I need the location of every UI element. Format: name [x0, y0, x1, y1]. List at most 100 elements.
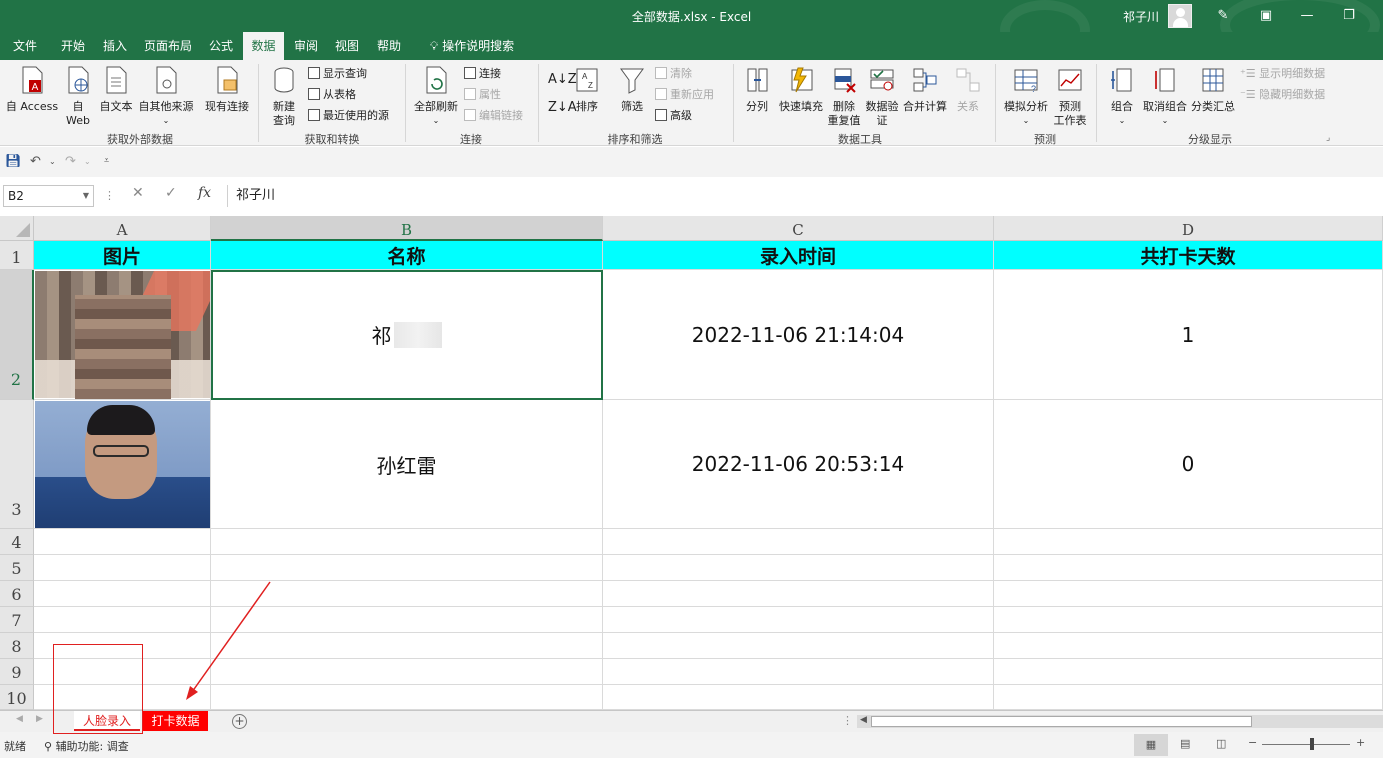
tab-help[interactable]: 帮助 — [371, 32, 407, 60]
tab-file[interactable]: 文件 — [6, 32, 44, 60]
empty-cell[interactable] — [603, 581, 994, 607]
face-photo[interactable] — [35, 271, 210, 399]
accessibility-status[interactable]: ⚲ 辅助功能: 调查 — [44, 738, 129, 754]
row-header-3[interactable]: 3 — [0, 400, 34, 529]
empty-cell[interactable] — [211, 685, 603, 710]
name-cell[interactable]: 孙红雷 — [211, 400, 603, 529]
scroll-right-icon[interactable]: ▶ — [36, 714, 43, 724]
empty-cell[interactable] — [603, 555, 994, 581]
header-cell-entry-time[interactable]: 录入时间 — [603, 241, 994, 270]
empty-cell[interactable] — [603, 633, 994, 659]
tab-splitter-icon[interactable]: ⋮ — [842, 714, 853, 727]
tab-view[interactable]: 视图 — [329, 32, 365, 60]
redo-icon[interactable]: ↷ — [65, 154, 76, 169]
empty-cell[interactable] — [34, 581, 211, 607]
tab-page-layout[interactable]: 页面布局 — [140, 32, 196, 60]
entry-time-cell[interactable]: 2022-11-06 21:14:04 — [603, 270, 994, 400]
from-web-button[interactable]: 自 Web — [62, 66, 94, 128]
picture-cell[interactable] — [34, 400, 211, 529]
row-header-4[interactable]: 4 — [0, 529, 34, 555]
header-cell-checkin-days[interactable]: 共打卡天数 — [994, 241, 1383, 270]
row-header-1[interactable]: 1 — [0, 241, 34, 270]
row-header-7[interactable]: 7 — [0, 607, 34, 633]
redo-dropdown-icon[interactable]: ⌄ — [84, 157, 91, 166]
insert-function-icon[interactable]: fx — [198, 185, 211, 207]
page-layout-view-icon[interactable]: ▤ — [1180, 737, 1190, 750]
face-photo[interactable] — [35, 401, 210, 528]
scroll-left-icon[interactable]: ◀ — [16, 714, 23, 724]
tab-data[interactable]: 数据 — [243, 32, 284, 60]
recent-sources-button[interactable]: 最近使用的源 — [308, 108, 389, 124]
empty-cell[interactable] — [603, 685, 994, 710]
tab-review[interactable]: 审阅 — [288, 32, 324, 60]
row-header-2[interactable]: 2 — [0, 270, 34, 400]
empty-cell[interactable] — [994, 529, 1383, 555]
new-query-button[interactable]: 新建 查询 — [264, 66, 304, 128]
zoom-in-icon[interactable]: + — [1356, 736, 1365, 749]
zoom-slider[interactable] — [1262, 744, 1350, 745]
tab-home[interactable]: 开始 — [54, 32, 92, 60]
save-icon[interactable]: 💾︎ — [5, 154, 22, 169]
row-header-8[interactable]: 8 — [0, 633, 34, 659]
subtotal-button[interactable]: 分类汇总 — [1190, 66, 1236, 114]
empty-cell[interactable] — [211, 555, 603, 581]
user-avatar[interactable] — [1168, 4, 1192, 28]
scrollbar-thumb[interactable] — [871, 716, 1252, 727]
data-validation-button[interactable]: 数据验 证 — [862, 66, 902, 128]
empty-cell[interactable] — [211, 659, 603, 685]
checkin-days-cell[interactable]: 1 — [994, 270, 1383, 400]
show-detail-button[interactable]: ⁺☰ 显示明细数据 — [1240, 66, 1325, 82]
row-header-5[interactable]: 5 — [0, 555, 34, 581]
normal-view-icon[interactable]: ▦ — [1134, 734, 1168, 756]
column-header-b[interactable]: B — [211, 216, 603, 241]
from-access-button[interactable]: A 自 Access — [4, 66, 60, 114]
forecast-sheet-button[interactable]: 预测 工作表 — [1052, 66, 1088, 128]
entry-time-cell[interactable]: 2022-11-06 20:53:14 — [603, 400, 994, 529]
tab-formulas[interactable]: 公式 — [202, 32, 240, 60]
existing-connections-button[interactable]: 现有连接 — [202, 66, 252, 114]
name-box[interactable]: B2 ▼ — [3, 185, 94, 207]
empty-cell[interactable] — [994, 633, 1383, 659]
column-header-c[interactable]: C — [603, 216, 994, 241]
flash-fill-button[interactable]: 快速填充 — [776, 66, 826, 114]
restore-icon[interactable]: ❐ — [1339, 6, 1359, 26]
empty-cell[interactable] — [34, 607, 211, 633]
connections-button[interactable]: 连接 — [464, 66, 501, 82]
empty-cell[interactable] — [994, 555, 1383, 581]
minimize-icon[interactable]: — — [1297, 6, 1317, 26]
from-table-button[interactable]: 从表格 — [308, 87, 356, 103]
empty-cell[interactable] — [603, 607, 994, 633]
text-to-columns-button[interactable]: 分列 — [740, 66, 774, 114]
horizontal-scrollbar[interactable]: ◀ — [857, 715, 1383, 728]
refresh-all-button[interactable]: 全部刷新 ⌄ — [410, 66, 462, 128]
header-cell-name[interactable]: 名称 — [211, 241, 603, 270]
page-break-view-icon[interactable]: ◫ — [1216, 737, 1226, 750]
dialog-launcher-icon[interactable]: ⌟ — [1326, 130, 1330, 146]
empty-cell[interactable] — [34, 555, 211, 581]
zoom-out-icon[interactable]: − — [1248, 736, 1257, 749]
sheet-tab-checkin-data[interactable]: 打卡数据 — [143, 711, 208, 731]
customize-toolbar-icon[interactable]: ⩡ — [104, 156, 109, 166]
what-if-analysis-button[interactable]: ? 模拟分析 ⌄ — [1000, 66, 1052, 128]
edit-links-button[interactable]: 编辑链接 — [464, 108, 523, 124]
filter-button[interactable]: 筛选 — [616, 66, 648, 114]
column-header-a[interactable]: A — [34, 216, 211, 241]
consolidate-button[interactable]: 合并计算 — [902, 66, 948, 114]
undo-icon[interactable]: ↶ — [30, 154, 41, 169]
hide-detail-button[interactable]: ⁻☰ 隐藏明细数据 — [1240, 87, 1325, 103]
row-header-6[interactable]: 6 — [0, 581, 34, 607]
ungroup-button[interactable]: 取消组合 ⌄ — [1140, 66, 1190, 128]
from-text-button[interactable]: 自文本 — [98, 66, 134, 114]
user-name[interactable]: 祁子川 — [1123, 8, 1159, 25]
properties-button[interactable]: 属性 — [464, 87, 501, 103]
relationships-button[interactable]: 关系 — [952, 66, 984, 114]
empty-cell[interactable] — [603, 659, 994, 685]
empty-cell[interactable] — [211, 581, 603, 607]
sort-button[interactable]: AZ 排序 — [572, 66, 602, 114]
zoom-slider-thumb[interactable] — [1310, 738, 1314, 750]
scroll-left-arrow-icon[interactable]: ◀ — [860, 715, 867, 725]
group-button[interactable]: 组合 ⌄ — [1104, 66, 1140, 128]
enter-icon[interactable]: ✓ — [165, 185, 177, 207]
clear-filter-button[interactable]: 清除 — [655, 66, 692, 82]
column-header-d[interactable]: D — [994, 216, 1383, 241]
